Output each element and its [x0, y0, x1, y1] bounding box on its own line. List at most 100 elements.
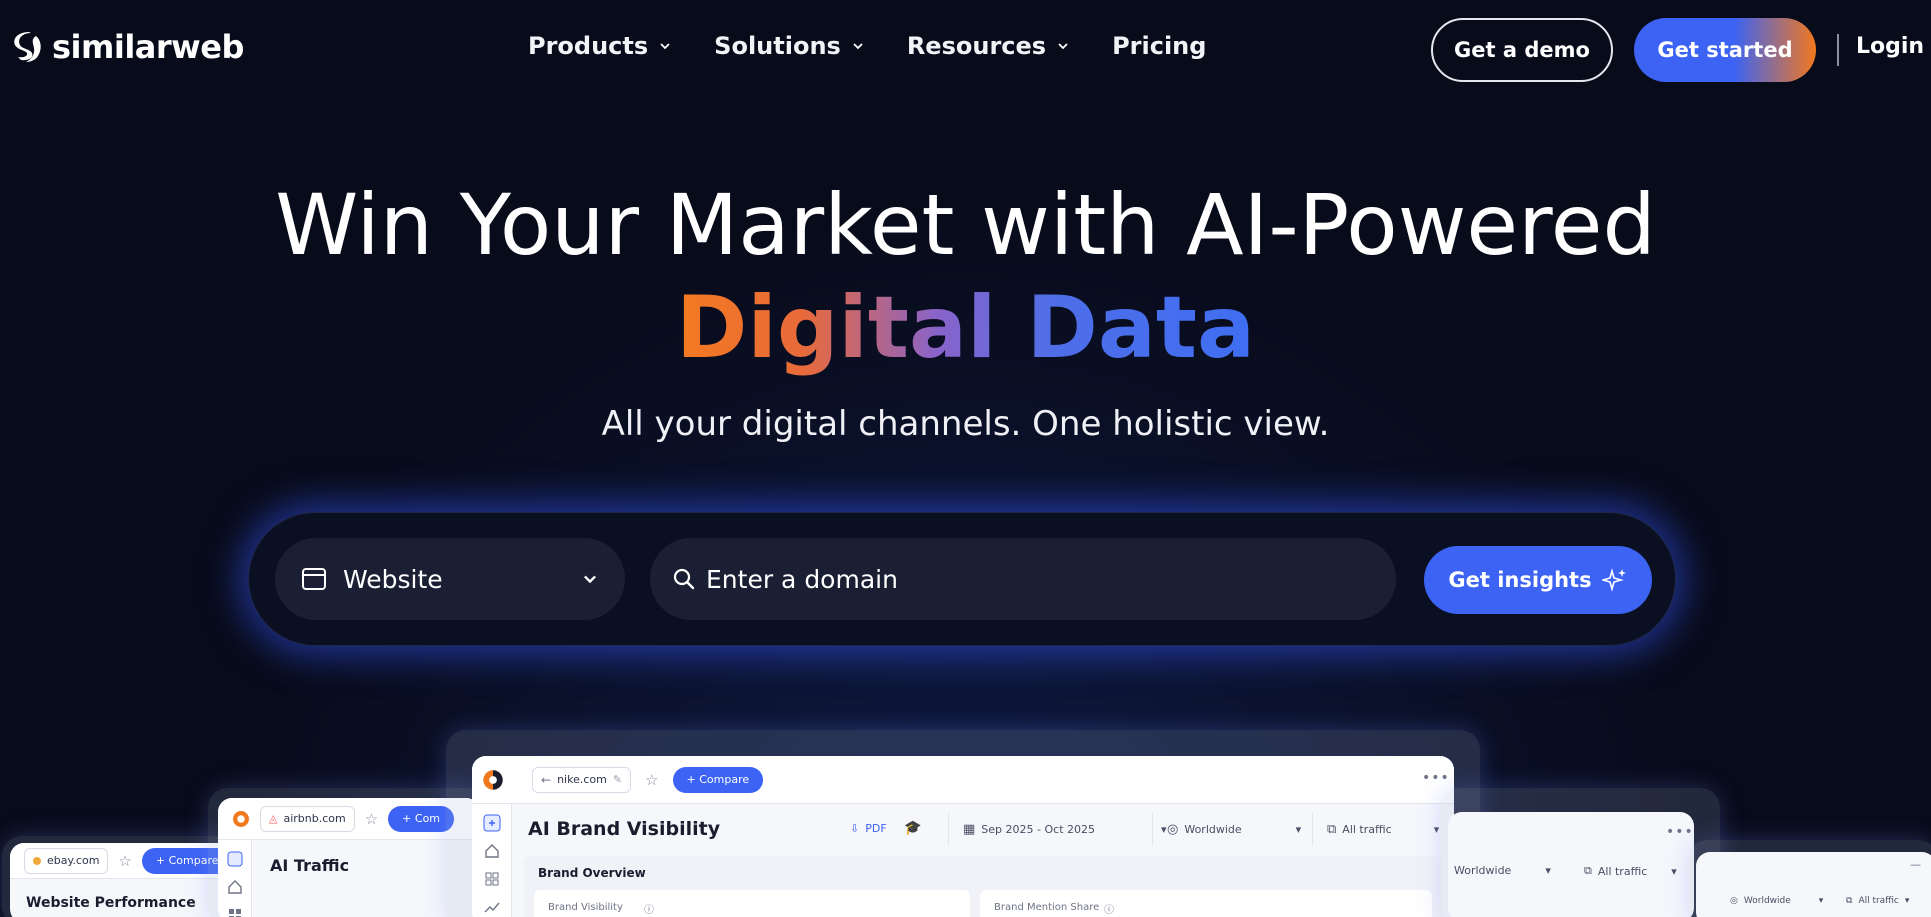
search-bar: Website Get insights: [248, 512, 1676, 646]
preview-left-domain-text: airbnb.com: [283, 812, 346, 825]
region-label: Worldwide: [1184, 822, 1242, 836]
brand-overview-section: Brand Overview Brand Visibility ⓘ Brand …: [524, 856, 1442, 917]
preview-left-title: AI Traffic: [270, 856, 350, 875]
caret-down-icon: ▾: [1818, 896, 1824, 906]
brand-name: similarweb: [52, 28, 244, 66]
devices-icon: ⧉: [1584, 864, 1592, 877]
caret-down-icon: ▾: [1433, 822, 1440, 836]
nav-resources-label: Resources: [906, 32, 1047, 60]
preview-card-far-right: — ◎ Worldwide ▾ ⧉ All traffic ▾: [1696, 852, 1931, 917]
nav-products-label: Products: [528, 32, 649, 60]
caret-down-icon: ▾: [1904, 896, 1910, 906]
get-started-button[interactable]: Get started: [1634, 18, 1816, 82]
browser-window-icon: [302, 568, 326, 590]
back-arrow-icon[interactable]: ←: [541, 773, 551, 787]
traffic-label: All traffic: [1342, 822, 1392, 836]
right-traffic-filter[interactable]: ⧉ All traffic ▾: [1584, 864, 1677, 878]
similarweb-logo-icon: [233, 810, 249, 827]
calendar-icon: ▦: [963, 821, 976, 837]
brand-logo[interactable]: similarweb: [10, 28, 244, 66]
globe-icon: ◎: [1730, 896, 1738, 906]
preview-left-side-rail: [218, 840, 252, 917]
search-icon: [673, 568, 695, 590]
preview-main-domain-text: nike.com: [557, 773, 607, 786]
preview-left-compare-button[interactable]: + Com: [388, 805, 455, 832]
domain-search-field[interactable]: [650, 538, 1396, 620]
preview-main-topbar: ← nike.com ✎ ☆ + Compare: [472, 756, 1454, 804]
nav-links: Products Solutions Resources Pricing: [528, 32, 1206, 60]
preview-card-far-left: ebay.com ☆ + Compare Website Performance: [10, 843, 236, 917]
airbnb-favicon-icon: ◬: [269, 812, 278, 825]
date-range-filter[interactable]: ▦ Sep 2025 - Oct 2025 ▾: [948, 812, 1167, 846]
star-icon[interactable]: ☆: [118, 852, 131, 870]
preview-main-compare-button[interactable]: + Compare: [672, 766, 764, 793]
right-region-filter[interactable]: Worldwide ▾: [1454, 864, 1551, 877]
sparkle-icon: [1601, 568, 1626, 592]
similarweb-logo-icon: [483, 769, 503, 790]
grid-icon[interactable]: [226, 906, 244, 917]
hero-accent-line: Digital Data: [0, 278, 1931, 378]
nav-products[interactable]: Products: [528, 32, 672, 60]
preview-main-domain[interactable]: ← nike.com ✎: [532, 766, 632, 793]
hero-subtitle: All your digital channels. One holistic …: [601, 404, 1330, 444]
preview-left-domain[interactable]: ◬ airbnb.com: [260, 805, 355, 832]
preview-card-right: ••• Worldwide ▾ ⧉ All traffic ▾: [1448, 812, 1694, 917]
star-icon[interactable]: ☆: [645, 771, 658, 789]
download-icon: ⇩: [850, 822, 860, 835]
far-right-traffic-label: All traffic: [1858, 896, 1899, 906]
pdf-export-button[interactable]: ⇩ PDF: [850, 822, 887, 835]
right-traffic-label: All traffic: [1597, 864, 1648, 878]
more-options-icon[interactable]: •••: [1422, 770, 1450, 786]
right-region-label: Worldwide: [1454, 864, 1512, 877]
caret-down-icon: ▾: [1671, 864, 1677, 878]
get-demo-button[interactable]: Get a demo: [1431, 18, 1613, 82]
date-range-label: Sep 2025 - Oct 2025: [981, 822, 1095, 836]
nav-resources[interactable]: Resources: [907, 32, 1070, 60]
preview-far-left-domain[interactable]: ebay.com: [24, 847, 109, 874]
expand-icon[interactable]: [226, 850, 244, 868]
preview-main-side-rail: [472, 804, 512, 917]
nav-solutions-label: Solutions: [714, 32, 841, 60]
search-type-select[interactable]: Website: [275, 538, 625, 620]
info-icon[interactable]: ⓘ: [1104, 901, 1114, 916]
info-icon[interactable]: ⓘ: [644, 901, 654, 916]
edit-icon[interactable]: ✎: [613, 773, 622, 786]
chevron-down-icon: [1058, 43, 1068, 50]
caret-down-icon: ▾: [1295, 822, 1302, 836]
home-icon[interactable]: [226, 878, 244, 896]
more-options-icon[interactable]: —: [1910, 858, 1922, 871]
learn-icon[interactable]: 🎓: [904, 820, 921, 836]
brand-mention-panel: Brand Mention Share ⓘ: [980, 890, 1432, 917]
favicon-icon: [33, 856, 41, 865]
hero-title: Win Your Market with AI-Powered: [275, 176, 1656, 274]
star-icon[interactable]: ☆: [365, 810, 378, 828]
home-icon[interactable]: [483, 842, 501, 860]
traffic-filter[interactable]: ⧉ All traffic ▾: [1312, 812, 1439, 846]
preview-main-title: AI Brand Visibility: [528, 818, 721, 840]
get-insights-button[interactable]: Get insights: [1424, 546, 1652, 614]
nav-divider: [1837, 34, 1839, 66]
far-right-region-filter[interactable]: ◎ Worldwide ▾: [1730, 896, 1823, 906]
trend-icon[interactable]: [483, 898, 501, 916]
page: similarweb Products Solutions Resources …: [0, 0, 1931, 917]
nav-solutions[interactable]: Solutions: [714, 32, 865, 60]
brand-visibility-label: Brand Visibility: [548, 902, 623, 913]
far-right-region-label: Worldwide: [1743, 896, 1791, 906]
brand-overview-title: Brand Overview: [538, 866, 646, 880]
login-link[interactable]: Login: [1856, 34, 1924, 59]
domain-input[interactable]: [706, 564, 1346, 594]
expand-icon[interactable]: [483, 814, 501, 832]
preview-far-left-title: Website Performance: [26, 895, 196, 911]
grid-icon[interactable]: [483, 870, 501, 888]
search-type-label: Website: [343, 564, 443, 594]
nav-pricing[interactable]: Pricing: [1112, 32, 1206, 60]
get-insights-label: Get insights: [1448, 568, 1592, 592]
region-filter[interactable]: ◎ Worldwide ▾: [1152, 812, 1301, 846]
top-navigation: similarweb Products Solutions Resources …: [0, 0, 1931, 100]
brand-visibility-panel: Brand Visibility ⓘ: [534, 890, 970, 917]
more-options-icon[interactable]: •••: [1666, 824, 1694, 840]
chevron-down-icon: [660, 43, 670, 50]
chevron-down-icon: [853, 43, 863, 50]
far-right-traffic-filter[interactable]: ⧉ All traffic ▾: [1846, 896, 1909, 906]
preview-far-left-domain-text: ebay.com: [47, 854, 100, 867]
